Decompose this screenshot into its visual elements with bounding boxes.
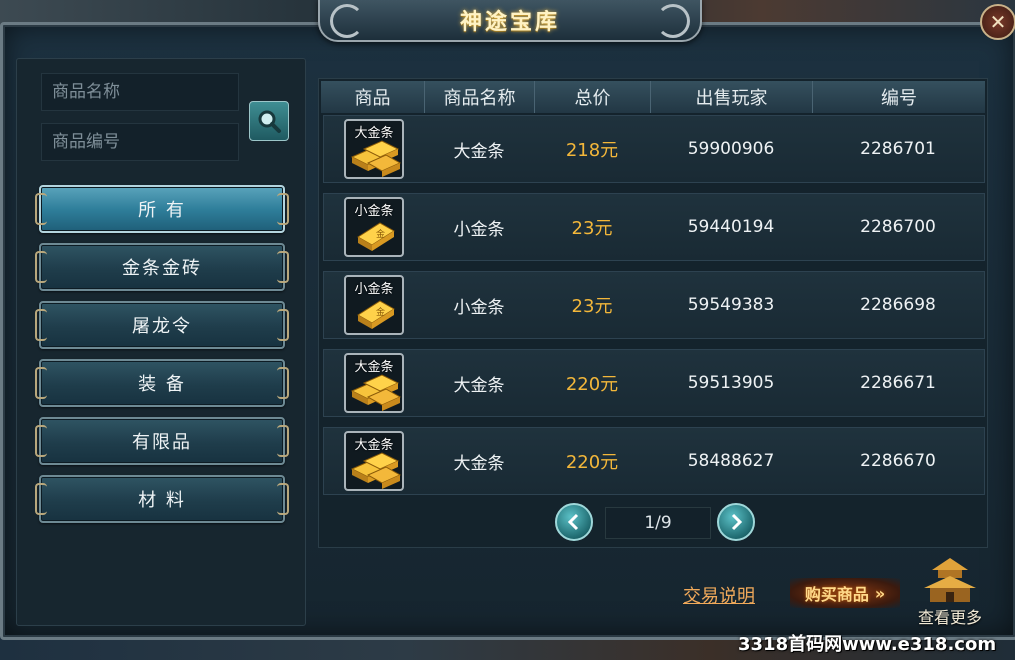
item-price: 220元 (565, 452, 619, 473)
item-price: 23元 (571, 218, 613, 239)
buy-item-label: 购买商品 (804, 585, 869, 604)
prev-page-button[interactable] (555, 503, 593, 541)
item-cell: 金 小金条 (324, 275, 424, 335)
table-row[interactable]: 大金条 大金条 220元 59513905 2286671 (323, 349, 985, 417)
table-header: 商品 商品名称 总价 出售玩家 编号 (321, 81, 985, 113)
product-id-input[interactable] (41, 123, 239, 161)
item-icon-label: 小金条 (354, 204, 394, 219)
gold-bars-icon[interactable]: 大金条 (344, 431, 404, 491)
column-header-seller: 出售玩家 (651, 81, 813, 113)
category-dragon-token[interactable]: 屠龙令 (35, 301, 289, 349)
search-icon (258, 110, 281, 133)
item-name: 大金条 (453, 375, 505, 396)
table-row[interactable]: 金小金条 小金条 23元 59440194 2286700 (323, 193, 985, 261)
category-materials[interactable]: 材 料 (35, 475, 289, 523)
gold-bars-icon[interactable]: 大金条 (344, 119, 404, 179)
window-title: 神途宝库 (459, 10, 560, 35)
item-cell: 金 小金条 (324, 197, 424, 257)
item-name: 小金条 (453, 219, 505, 240)
listing-id: 2286700 (860, 217, 936, 237)
chevron-left-icon (567, 513, 579, 531)
table-row[interactable]: 金小金条 小金条 23元 59549383 2286698 (323, 271, 985, 339)
gold-bars-icon[interactable]: 大金条 (344, 353, 404, 413)
seller-id: 59549383 (687, 295, 775, 315)
item-price: 23元 (571, 296, 613, 317)
double-chevron-right-icon: » (874, 583, 886, 603)
listing-id: 2286701 (860, 139, 936, 159)
column-header-name: 商品名称 (425, 81, 535, 113)
window-title-plate: 神途宝库 (318, 0, 702, 42)
column-header-price: 总价 (535, 81, 651, 113)
pagination: 1/9 (555, 503, 755, 543)
close-button[interactable]: ✕ (980, 4, 1015, 40)
listing-id: 2286671 (860, 373, 936, 393)
category-limited[interactable]: 有限品 (35, 417, 289, 465)
category-label: 有限品 (132, 432, 192, 453)
item-icon-label: 大金条 (354, 360, 394, 375)
item-cell: 大金条 (324, 119, 424, 179)
item-icon-label: 大金条 (354, 126, 394, 141)
close-icon: ✕ (989, 10, 1007, 34)
product-name-input[interactable] (41, 73, 239, 111)
column-header-item: 商品 (321, 81, 425, 113)
item-name: 小金条 (453, 297, 505, 318)
item-icon-label: 大金条 (354, 438, 394, 453)
category-gold-bars[interactable]: 金条金砖 (35, 243, 289, 291)
category-label: 屠龙令 (132, 316, 192, 337)
view-more-label: 查看更多 (917, 608, 982, 627)
svg-text:金: 金 (376, 306, 385, 318)
search-button[interactable] (249, 101, 289, 141)
category-label: 所 有 (138, 200, 186, 221)
gold-bar-icon[interactable]: 金 小金条 (344, 275, 404, 335)
buy-item-button[interactable]: 购买商品 » (790, 578, 900, 608)
category-label: 材 料 (138, 490, 186, 511)
listing-panel: 商品 商品名称 总价 出售玩家 编号 大金条 大金条 218元 59900906 228… (318, 78, 988, 548)
trade-instructions-link[interactable]: 交易说明 (683, 582, 755, 608)
pagoda-icon (924, 558, 976, 602)
seller-id: 58488627 (687, 451, 775, 471)
item-price: 220元 (565, 374, 619, 395)
seller-id: 59440194 (687, 217, 775, 237)
column-header-id: 编号 (881, 88, 917, 109)
chevron-right-icon (731, 513, 743, 531)
item-cell: 大金条 (324, 431, 424, 491)
table-row[interactable]: 大金条 大金条 218元 59900906 2286701 (323, 115, 985, 183)
gold-bar-icon[interactable]: 金 小金条 (344, 197, 404, 257)
next-page-button[interactable] (717, 503, 755, 541)
item-name: 大金条 (453, 141, 505, 162)
filter-panel: 所 有 金条金砖 屠龙令 装 备 有限品 材 料 (16, 58, 306, 626)
category-label: 装 备 (138, 374, 186, 395)
site-watermark: 3318首码网www.e318.com (738, 634, 997, 655)
item-name: 大金条 (453, 453, 505, 474)
category-label: 金条金砖 (122, 258, 202, 279)
page-indicator: 1/9 (605, 507, 711, 539)
item-cell: 大金条 (324, 353, 424, 413)
item-icon-label: 小金条 (354, 282, 394, 297)
view-more-button[interactable]: 查看更多 (910, 554, 990, 627)
table-row[interactable]: 大金条 大金条 220元 58488627 2286670 (323, 427, 985, 495)
seller-id: 59513905 (687, 373, 775, 393)
svg-text:金: 金 (376, 228, 385, 240)
listing-id: 2286698 (860, 295, 936, 315)
category-equipment[interactable]: 装 备 (35, 359, 289, 407)
category-all[interactable]: 所 有 (35, 185, 289, 233)
item-price: 218元 (565, 140, 619, 161)
listing-id: 2286670 (860, 451, 936, 471)
seller-id: 59900906 (687, 139, 775, 159)
